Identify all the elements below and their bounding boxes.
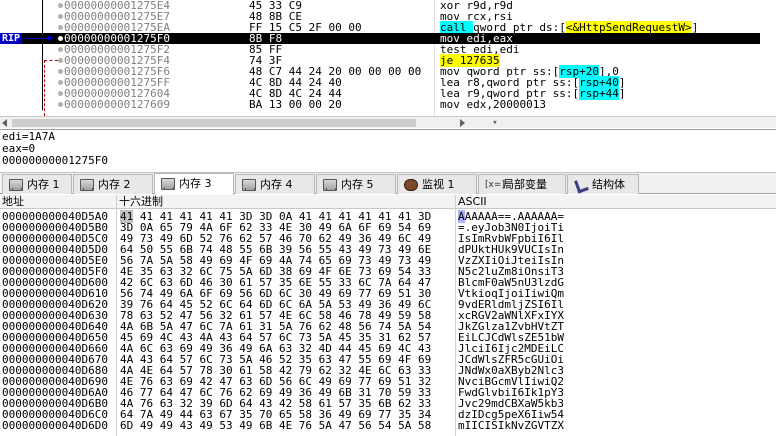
rip-label: RIP (0, 33, 23, 44)
tab-5[interactable]: 内存 5 (316, 174, 396, 194)
disasm-row[interactable]: 0000000000127609 BA 13 00 00 20 mov edx,20… (0, 99, 760, 110)
disasm-instruction: mov edx,20000013 (440, 98, 546, 111)
header-ascii[interactable]: ASCII (456, 195, 576, 209)
scroll-right-icon[interactable] (460, 119, 465, 127)
tab-1[interactable]: 内存 1 (2, 174, 72, 194)
breakpoint-dot-icon[interactable] (58, 14, 63, 19)
tab-8[interactable]: 结构体 (567, 174, 639, 194)
tab-label: 内存 2 (98, 178, 131, 191)
bottom-tab-bar: 内存 1 内存 2 内存 3 内存 4 内存 5 监视 1 [x=] 局部变量 结构体 (0, 172, 776, 195)
tab-label: 结构体 (592, 178, 625, 191)
memory-chip-icon (161, 178, 175, 190)
header-hex[interactable]: 十六进制 (117, 195, 456, 209)
breakpoint-dot-icon[interactable] (58, 91, 63, 96)
memory-chip-icon (323, 179, 337, 191)
dump-hex: 6D 49 49 43 49 53 49 6B 4E 76 5A 47 56 5… (120, 419, 432, 432)
tab-label: 内存 4 (260, 178, 293, 191)
dump-separator (116, 195, 117, 436)
disasm-address: 0000000000127609 (64, 98, 170, 111)
breakpoint-dot-icon[interactable] (58, 3, 63, 8)
breakpoint-dot-icon[interactable] (58, 25, 63, 30)
info-line-edi: edi=1A7A (2, 130, 55, 143)
disassembly-view[interactable]: 00000000001275E4 45 33 C9 xor r9d,r9d 00000… (0, 0, 776, 116)
header-address[interactable]: 地址 (0, 195, 117, 209)
breakpoint-dot-icon[interactable] (58, 102, 63, 107)
dump-address: 000000000040D6D0 (2, 419, 108, 432)
tab-6[interactable]: 监视 1 (397, 174, 477, 194)
memory-chip-icon (242, 179, 256, 191)
tab-label: 内存 5 (341, 178, 374, 191)
breakpoint-dot-icon[interactable] (58, 47, 63, 52)
tab-3[interactable]: 内存 3 (154, 173, 234, 195)
memory-chip-icon (9, 179, 23, 191)
tab-label: 内存 3 (179, 177, 212, 190)
breakpoint-dot-icon[interactable] (58, 69, 63, 74)
watch-icon (404, 179, 418, 191)
breakpoint-dot-icon[interactable] (58, 80, 63, 85)
tab-2[interactable]: 内存 2 (73, 174, 153, 194)
tab-label: 内存 1 (27, 178, 60, 191)
breakpoint-dot-icon[interactable] (58, 36, 63, 41)
disassembly-scrollbar[interactable]: ▾ (0, 116, 776, 128)
dump-separator (455, 195, 456, 436)
locals-icon: [x=] (485, 180, 505, 190)
tab-7[interactable]: [x=] 局部变量 (478, 174, 566, 194)
scroll-left-icon[interactable] (2, 119, 7, 127)
info-line-address: 00000000001275F0 (2, 154, 108, 167)
tab-4[interactable]: 内存 4 (235, 174, 315, 194)
rip-arrow-icon (22, 35, 54, 41)
info-line-eax: eax=0 (2, 142, 36, 155)
dump-ascii: mIICISIkNvZGVTZX (458, 419, 564, 432)
scroll-down-icon[interactable]: ▾ (490, 118, 500, 128)
memory-chip-icon (80, 179, 94, 191)
tab-label: 局部变量 (503, 178, 547, 191)
info-panel: edi=1A7A eax=0 00000000001275F0 (0, 129, 776, 170)
scrollbar-thumb[interactable] (12, 119, 416, 127)
struct-icon (574, 179, 588, 191)
tab-label: 监视 1 (422, 178, 455, 191)
disasm-bytes: BA 13 00 00 20 (249, 98, 342, 111)
breakpoint-dot-icon[interactable] (58, 58, 63, 63)
